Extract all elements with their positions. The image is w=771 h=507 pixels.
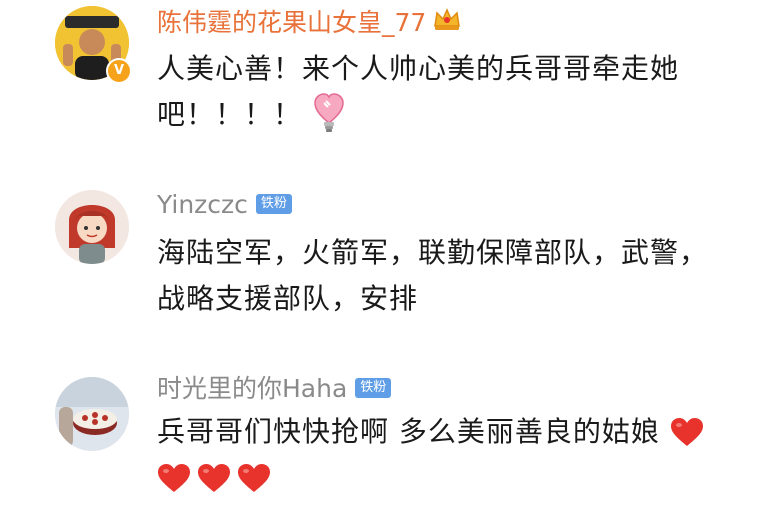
verified-icon: V bbox=[106, 58, 132, 84]
comment-line: 海陆空军，火箭军，联勤保障部队，武警， bbox=[157, 236, 709, 269]
avatar[interactable] bbox=[55, 377, 129, 451]
comment-line: 吧！！！！ bbox=[157, 92, 717, 138]
comment-line: 战略支援部队，安排 bbox=[157, 282, 419, 315]
avatar[interactable] bbox=[55, 190, 129, 264]
username-text[interactable]: Yinzczc bbox=[157, 190, 248, 219]
heart-icon bbox=[157, 461, 191, 492]
comment-text: 兵哥哥们快快抢啊 多么美丽善良的姑娘 bbox=[157, 409, 757, 501]
comment-line: 人美心善！来个人帅心美的兵哥哥牵走她 bbox=[157, 52, 680, 85]
heart-icon bbox=[670, 415, 704, 446]
username-text[interactable]: 时光里的你Haha bbox=[157, 374, 347, 403]
avatar-image bbox=[55, 190, 129, 264]
username[interactable]: Yinzczc 铁粉 bbox=[157, 190, 292, 220]
comment-line: 兵哥哥们快快抢啊 多么美丽善良的姑娘 bbox=[157, 409, 757, 455]
username[interactable]: 时光里的你Haha 铁粉 bbox=[157, 374, 392, 404]
heart-icon bbox=[237, 461, 271, 492]
comment-item: Yinzczc 铁粉 海陆空军，火箭军，联勤保障部队，武警， 战略支援部队，安排 bbox=[0, 178, 771, 328]
heart-icon bbox=[197, 461, 231, 492]
fan-badge: 铁粉 bbox=[255, 194, 292, 214]
comment-item: 时光里的你Haha 铁粉 兵哥哥们快快抢啊 多么美丽善良的姑娘 bbox=[0, 365, 771, 497]
fan-badge: 铁粉 bbox=[355, 378, 392, 398]
avatar-image bbox=[55, 377, 129, 451]
username[interactable]: 陈伟霆的花果山女皇_77 bbox=[157, 6, 462, 39]
crown-icon bbox=[432, 6, 462, 39]
comment-text: 海陆空军，火箭军，联勤保障部队，武警， 战略支援部队，安排 bbox=[157, 230, 747, 322]
comment-line bbox=[157, 455, 757, 501]
lightbulb-heart-icon bbox=[314, 93, 344, 133]
comment-item: V 陈伟霆的花果山女皇_77 人美心善！来个人帅心美的兵哥哥牵走她 吧！！！！ bbox=[0, 0, 771, 160]
username-text[interactable]: 陈伟霆的花果山女皇_77 bbox=[157, 8, 426, 37]
comment-line-text: 吧！！！！ bbox=[157, 98, 303, 131]
comment-line-text: 兵哥哥们快快抢啊 多么美丽善良的姑娘 bbox=[157, 415, 660, 448]
comment-text: 人美心善！来个人帅心美的兵哥哥牵走她 吧！！！！ bbox=[157, 46, 717, 138]
